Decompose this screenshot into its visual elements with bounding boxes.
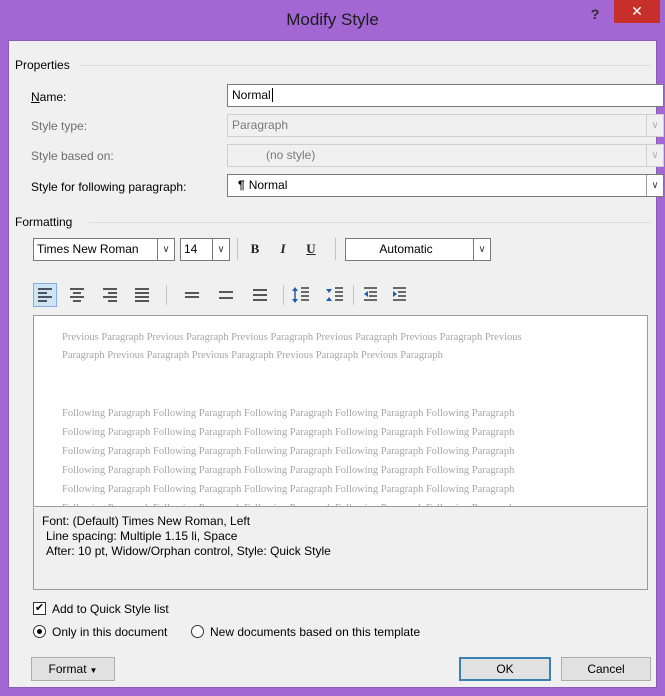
toolbar-separator	[237, 238, 238, 260]
single-spacing-icon[interactable]	[185, 292, 199, 298]
formatting-section-label: Formatting	[15, 215, 73, 229]
preview-following-paragraph-line: Following Paragraph Following Paragraph …	[62, 408, 515, 419]
paragraph-toolbar	[33, 283, 406, 307]
name-field[interactable]: Normal	[227, 84, 664, 107]
style-based-on-select[interactable]: (no style) ∨	[227, 144, 664, 167]
following-paragraph-select[interactable]: ¶ Normal ∨	[227, 174, 664, 197]
font-select[interactable]: Times New Roman ∨	[33, 238, 175, 261]
ok-button[interactable]: OK	[459, 657, 551, 681]
following-paragraph-label: Style for following paragraph:	[31, 180, 187, 194]
style-type-label: Style type:	[31, 119, 88, 133]
style-type-value: Paragraph	[232, 118, 289, 132]
close-button[interactable]: ✕	[614, 0, 660, 23]
preview-following-paragraph-line: Following Paragraph Following Paragraph …	[62, 465, 515, 476]
bold-button[interactable]: B	[243, 238, 267, 260]
underline-button[interactable]: U	[299, 238, 323, 260]
style-description: Font: (Default) Times New Roman, Left Li…	[33, 508, 648, 590]
caret-down-icon: ▼	[89, 666, 98, 675]
format-button-label: Format	[48, 662, 87, 676]
new-documents-label: New documents based on this template	[210, 625, 421, 639]
description-line: After: 10 pt, Widow/Orphan control, Styl…	[46, 544, 331, 558]
paragraph-mark-icon: ¶	[238, 178, 245, 192]
add-quick-style-label: Add to Quick Style list	[52, 602, 169, 616]
modify-style-dialog: Modify Style ? ✕ Properties Name: Normal…	[0, 0, 665, 696]
only-this-document-radio[interactable]	[33, 625, 46, 638]
chevron-down-icon: ∨	[212, 239, 229, 260]
following-paragraph-value: Normal	[248, 178, 288, 192]
chevron-down-icon: ∨	[473, 239, 490, 260]
font-value: Times New Roman	[37, 242, 139, 256]
preview-previous-paragraph-line: Previous Paragraph Previous Paragraph Pr…	[62, 332, 522, 343]
properties-section-label: Properties	[15, 58, 70, 72]
chevron-down-icon: ∨	[646, 145, 663, 166]
cancel-button[interactable]: Cancel	[561, 657, 651, 681]
name-field-value: Normal	[232, 88, 271, 102]
decrease-spacing-before-icon[interactable]	[326, 287, 343, 301]
italic-button[interactable]: I	[271, 238, 295, 260]
style-type-select[interactable]: Paragraph ∨	[227, 114, 664, 137]
double-spacing-icon[interactable]	[253, 289, 267, 301]
align-left-icon[interactable]	[33, 283, 57, 307]
toolbar-separator	[335, 238, 336, 260]
format-button[interactable]: Format ▼	[31, 657, 115, 681]
name-label-text: ame:	[39, 90, 67, 104]
decrease-indent-icon[interactable]	[364, 287, 377, 301]
font-color-value: Automatic	[379, 242, 433, 256]
style-based-on-value: (no style)	[266, 148, 316, 162]
justify-icon[interactable]	[135, 288, 149, 302]
increase-spacing-before-icon[interactable]	[292, 287, 309, 303]
font-color-select[interactable]: Automatic ∨	[345, 238, 491, 261]
chevron-down-icon: ∨	[157, 239, 174, 260]
title-bar[interactable]: Modify Style ? ✕	[0, 0, 665, 40]
preview-following-paragraph-line: Following Paragraph Following Paragraph …	[62, 484, 515, 495]
style-preview-pane: Previous Paragraph Previous Paragraph Pr…	[33, 315, 648, 507]
one-half-spacing-icon[interactable]	[219, 291, 233, 299]
dialog-title: Modify Style	[286, 10, 379, 29]
chevron-down-icon: ∨	[646, 115, 663, 136]
only-this-document-label: Only in this document	[52, 625, 168, 639]
chevron-down-icon: ∨	[646, 175, 663, 196]
description-line: Font: (Default) Times New Roman, Left	[42, 514, 251, 528]
increase-indent-icon[interactable]	[393, 287, 406, 301]
preview-following-paragraph-line: Following Paragraph Following Paragraph …	[62, 427, 515, 438]
align-center-icon[interactable]	[70, 288, 84, 302]
description-line: Line spacing: Multiple 1.15 li, Space	[46, 529, 238, 543]
properties-divider	[79, 65, 651, 66]
preview-previous-paragraph-line: Paragraph Previous Paragraph Previous Pa…	[62, 350, 443, 361]
name-label: Name:	[31, 90, 67, 104]
dialog-body: Properties Name: Normal Style type: Para…	[8, 40, 664, 688]
font-size-select[interactable]: 14 ∨	[180, 238, 230, 261]
font-size-value: 14	[184, 242, 198, 256]
style-based-on-label: Style based on:	[31, 149, 114, 163]
help-button[interactable]: ?	[584, 6, 606, 26]
preview-following-paragraph-line: Following Paragraph Following Paragraph …	[62, 499, 622, 506]
align-right-icon[interactable]	[103, 288, 117, 302]
formatting-divider	[89, 222, 651, 223]
new-documents-radio[interactable]	[191, 625, 204, 638]
preview-following-paragraph-line: Following Paragraph Following Paragraph …	[62, 446, 515, 457]
add-quick-style-checkbox[interactable]: ✔	[33, 602, 46, 615]
